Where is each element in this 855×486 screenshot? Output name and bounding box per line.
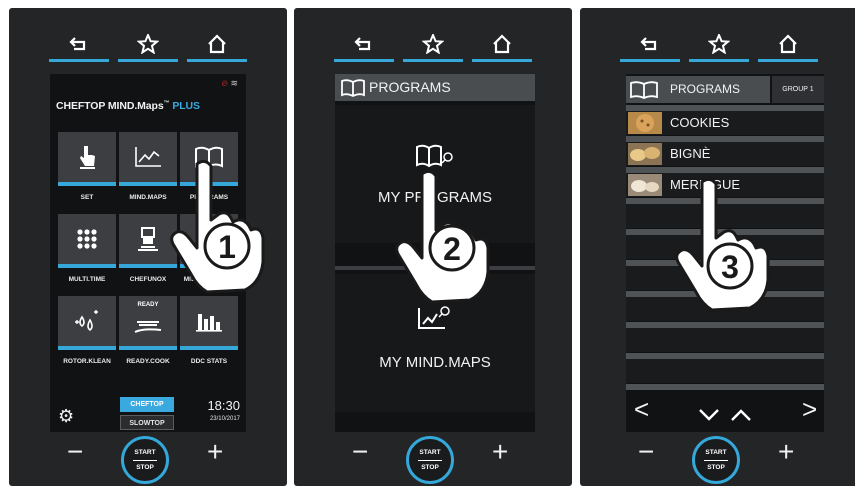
programs-header: PROGRAMS bbox=[626, 76, 770, 103]
slowtop-mode-button[interactable]: SLOWTOP bbox=[120, 415, 174, 430]
flame-icon: 🔥︎ bbox=[221, 78, 228, 88]
group-selector[interactable]: GROUP 1 bbox=[772, 76, 824, 103]
pointing-hand-icon-3: 3 bbox=[675, 177, 770, 312]
top-nav bbox=[332, 30, 534, 64]
back-button[interactable] bbox=[620, 30, 680, 64]
tile-ddc-stats[interactable]: DDC STATS bbox=[180, 296, 238, 374]
scroll-down-button[interactable] bbox=[698, 408, 720, 422]
back-button[interactable] bbox=[334, 30, 394, 64]
bar-chart-icon bbox=[196, 314, 222, 332]
next-page-button[interactable]: > bbox=[802, 396, 817, 422]
gear-icon: ⚙ bbox=[58, 406, 75, 426]
program-row-empty[interactable] bbox=[626, 328, 824, 352]
cookies-thumbnail bbox=[628, 112, 662, 134]
wifi-icon: ≋ bbox=[230, 78, 238, 88]
plus-button[interactable]: + bbox=[207, 438, 223, 466]
programs-header: PROGRAMS bbox=[335, 74, 535, 101]
home-button[interactable] bbox=[472, 30, 532, 64]
plus-button[interactable]: + bbox=[492, 438, 508, 466]
program-row-bigne[interactable]: BIGNÈ bbox=[626, 142, 824, 166]
oven-panel-programs: PROGRAMS MY PROGRAMS MY MIND.MAPS − STAR… bbox=[294, 8, 572, 486]
svg-text:2: 2 bbox=[443, 231, 461, 267]
top-nav bbox=[47, 30, 249, 64]
start-stop-button[interactable]: START STOP bbox=[406, 436, 454, 484]
hand-touch-icon bbox=[80, 146, 95, 169]
oven-panel-program-list: PROGRAMS GROUP 1 COOKIES BIGNÈ MERINGUE bbox=[580, 8, 855, 486]
svg-text:1: 1 bbox=[218, 229, 236, 265]
minus-button[interactable]: − bbox=[638, 438, 654, 466]
bottom-controls: − START STOP + bbox=[580, 430, 855, 486]
scroll-up-button[interactable] bbox=[730, 408, 752, 422]
star-icon bbox=[708, 34, 730, 54]
tile-set[interactable]: SET bbox=[58, 132, 116, 210]
start-stop-button[interactable]: START STOP bbox=[121, 436, 169, 484]
clock-time: 18:30 bbox=[207, 398, 240, 413]
mind-maps-icon bbox=[418, 306, 450, 329]
program-row-cookies[interactable]: COOKIES bbox=[626, 111, 824, 135]
back-icon bbox=[354, 37, 371, 51]
home-button[interactable] bbox=[187, 30, 247, 64]
back-icon bbox=[640, 37, 657, 51]
water-drops-icon bbox=[75, 310, 98, 332]
bottom-controls: − START STOP + bbox=[294, 430, 572, 486]
clock-date: 23/10/2017 bbox=[209, 416, 240, 422]
brand-title: CHEFTOP MIND.Maps™ PLUS bbox=[56, 100, 200, 112]
favorites-button[interactable] bbox=[118, 30, 178, 64]
status-icons: 🔥︎ ≋ bbox=[221, 78, 238, 89]
book-icon bbox=[630, 81, 658, 99]
svg-text:3: 3 bbox=[721, 249, 739, 285]
back-icon bbox=[69, 37, 86, 51]
back-button[interactable] bbox=[49, 30, 109, 64]
tile-multi-time[interactable]: MULTI.TIME bbox=[58, 214, 116, 292]
cheftop-mode-button[interactable]: CHEFTOP bbox=[120, 397, 174, 412]
tile-ready-cook[interactable]: READY READY.COOK bbox=[119, 296, 177, 374]
grid-dots-icon bbox=[77, 229, 97, 249]
start-stop-button[interactable]: START STOP bbox=[692, 436, 740, 484]
bigne-thumbnail bbox=[628, 143, 662, 165]
home-icon bbox=[779, 34, 797, 54]
chef-icon bbox=[138, 227, 158, 251]
ready-badge: READY bbox=[137, 302, 159, 308]
home-icon bbox=[208, 34, 226, 54]
favorites-button[interactable] bbox=[403, 30, 463, 64]
star-icon bbox=[422, 34, 444, 54]
oven-panel-home: 🔥︎ ≋ CHEFTOP MIND.Maps™ PLUS SET MIND.MA… bbox=[9, 8, 287, 486]
settings-button[interactable]: ⚙ bbox=[58, 406, 74, 427]
pointing-hand-icon-1: 1 bbox=[170, 159, 265, 294]
pointing-hand-icon-2: 2 bbox=[395, 169, 490, 304]
book-icon bbox=[341, 79, 365, 97]
star-icon bbox=[137, 34, 159, 54]
meringue-thumbnail bbox=[628, 174, 662, 196]
minus-button[interactable]: − bbox=[67, 438, 83, 466]
top-nav bbox=[618, 30, 820, 64]
minus-button[interactable]: − bbox=[352, 438, 368, 466]
bottom-controls: − START STOP + bbox=[9, 430, 287, 486]
home-button[interactable] bbox=[758, 30, 818, 64]
favorites-button[interactable] bbox=[689, 30, 749, 64]
prev-page-button[interactable]: < bbox=[634, 396, 649, 422]
program-row-empty[interactable] bbox=[626, 359, 824, 383]
tile-rotor-klean[interactable]: ROTOR.KLEAN bbox=[58, 296, 116, 374]
chart-line-icon bbox=[135, 147, 161, 167]
home-icon bbox=[493, 34, 511, 54]
ready-tray-icon bbox=[134, 321, 162, 333]
plus-button[interactable]: + bbox=[778, 438, 794, 466]
